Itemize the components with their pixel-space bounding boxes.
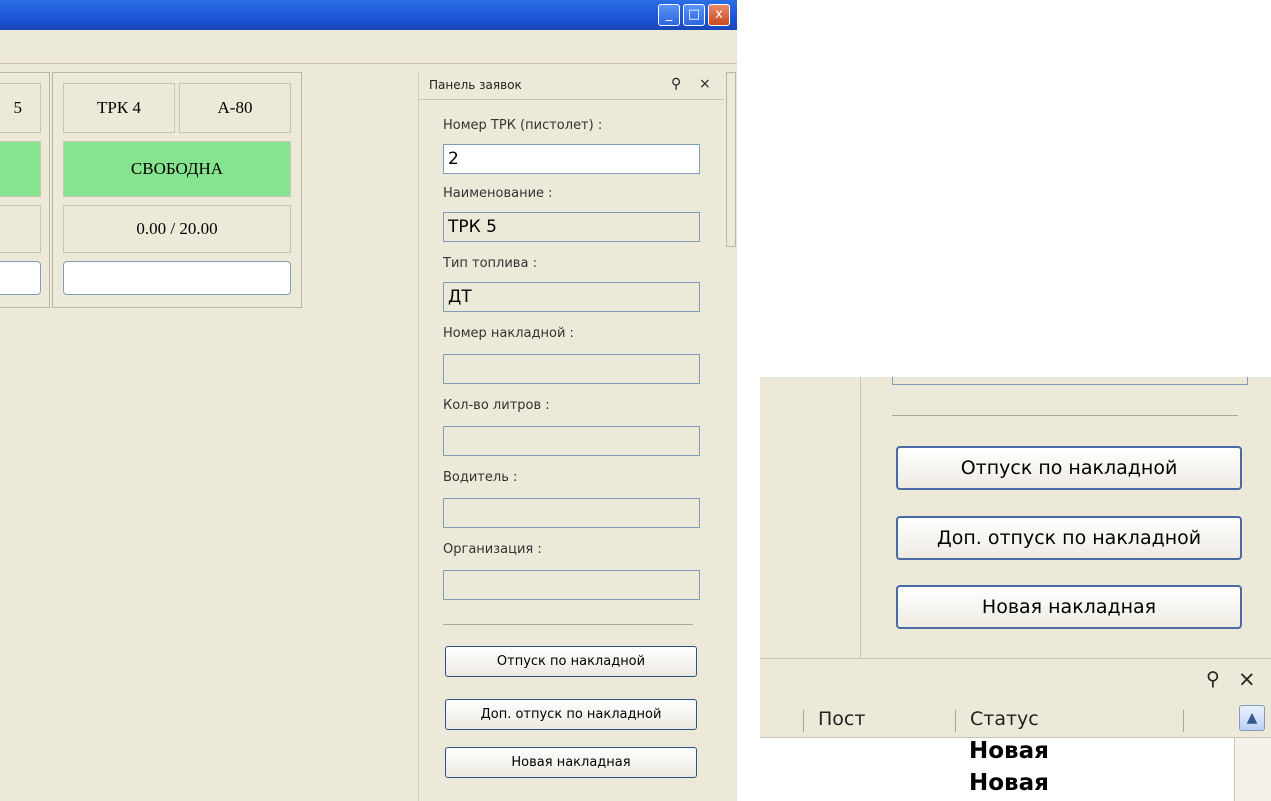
pump-card[interactable]: ТРК 4 А-80 СВОБОДНА 0.00 / 20.00 — [52, 72, 302, 308]
minimize-button[interactable]: _ — [658, 4, 680, 26]
organization-field[interactable] — [443, 570, 700, 600]
requests-panel: Панель заявок ⚲ × Номер ТРК (пистолет) :… — [418, 72, 725, 801]
fuel-type-field: ДТ — [443, 282, 700, 312]
pin-icon[interactable]: ⚲ — [671, 76, 681, 92]
list-scrollbar[interactable]: ▲ — [1234, 705, 1271, 801]
pump-volume: 0.00 / 20.00 — [63, 205, 291, 253]
pump-status-partial — [0, 141, 41, 197]
name-field: ТРК 5 — [443, 212, 700, 242]
adjacent-panel-edge — [724, 72, 737, 801]
name-label: Наименование : — [443, 186, 553, 201]
list-item-status[interactable]: Новая — [969, 738, 1049, 764]
close-window-button[interactable]: x — [708, 4, 730, 26]
driver-field[interactable] — [443, 498, 700, 528]
requests-list: Новая Новая — [760, 738, 1234, 801]
invoice-number-field[interactable] — [443, 354, 700, 384]
extra-dispense-by-invoice-button[interactable]: Доп. отпуск по накладной — [896, 516, 1242, 560]
list-item-status[interactable]: Новая — [969, 770, 1049, 796]
separator — [443, 624, 693, 625]
panel-border — [860, 377, 861, 658]
column-post[interactable]: Пост — [818, 708, 865, 730]
main-window: _ □ x 5 ТРК 4 А-80 СВОБОДНА 0.00 / 20.00… — [0, 0, 737, 801]
close-icon[interactable]: × — [699, 76, 711, 92]
pump-name: ТРК 4 — [63, 83, 175, 133]
organization-field-edge — [892, 377, 1248, 385]
column-separator — [1183, 710, 1184, 732]
dispense-by-invoice-button[interactable]: Отпуск по накладной — [896, 446, 1242, 490]
list-panel-header: ⚲ × — [760, 658, 1271, 704]
column-separator — [803, 710, 804, 732]
pump-status: СВОБОДНА — [63, 141, 291, 197]
dispense-by-invoice-button[interactable]: Отпуск по накладной — [445, 646, 697, 677]
new-invoice-button[interactable]: Новая накладная — [445, 747, 697, 778]
pin-icon[interactable]: ⚲ — [1206, 668, 1220, 690]
organization-label: Организация : — [443, 542, 542, 557]
driver-label: Водитель : — [443, 470, 518, 485]
liters-field[interactable] — [443, 426, 700, 456]
column-status[interactable]: Статус — [970, 708, 1039, 730]
close-icon[interactable]: × — [1238, 667, 1256, 691]
pump-number-field[interactable]: 2 — [443, 144, 700, 174]
pump-card-partial[interactable]: 5 — [0, 72, 50, 308]
panel-header: Панель заявок ⚲ × — [419, 72, 725, 100]
list-column-headers: Пост Статус — [760, 704, 1271, 738]
column-separator — [955, 710, 956, 732]
new-invoice-button[interactable]: Новая накладная — [896, 585, 1242, 629]
adjacent-panel-frame — [726, 72, 736, 247]
liters-label: Кол-во литров : — [443, 398, 550, 413]
panel-title: Панель заявок — [429, 78, 522, 92]
separator — [892, 415, 1238, 416]
fuel-type-label: Тип топлива : — [443, 256, 537, 271]
scroll-up-icon[interactable]: ▲ — [1239, 705, 1265, 731]
zoomed-crop: Отпуск по накладной Доп. отпуск по накла… — [760, 377, 1271, 801]
invoice-number-label: Номер накладной : — [443, 326, 574, 341]
pump-indicator — [63, 261, 291, 295]
pump-name-partial: 5 — [0, 83, 41, 133]
menu-bar — [0, 30, 737, 64]
pump-fuel-type: А-80 — [179, 83, 291, 133]
pump-volume-partial — [0, 205, 41, 253]
pump-number-label: Номер ТРК (пистолет) : — [443, 118, 603, 133]
maximize-button[interactable]: □ — [683, 4, 705, 26]
extra-dispense-by-invoice-button[interactable]: Доп. отпуск по накладной — [445, 699, 697, 730]
pump-indicator-partial — [0, 261, 41, 295]
title-bar: _ □ x — [0, 0, 737, 30]
